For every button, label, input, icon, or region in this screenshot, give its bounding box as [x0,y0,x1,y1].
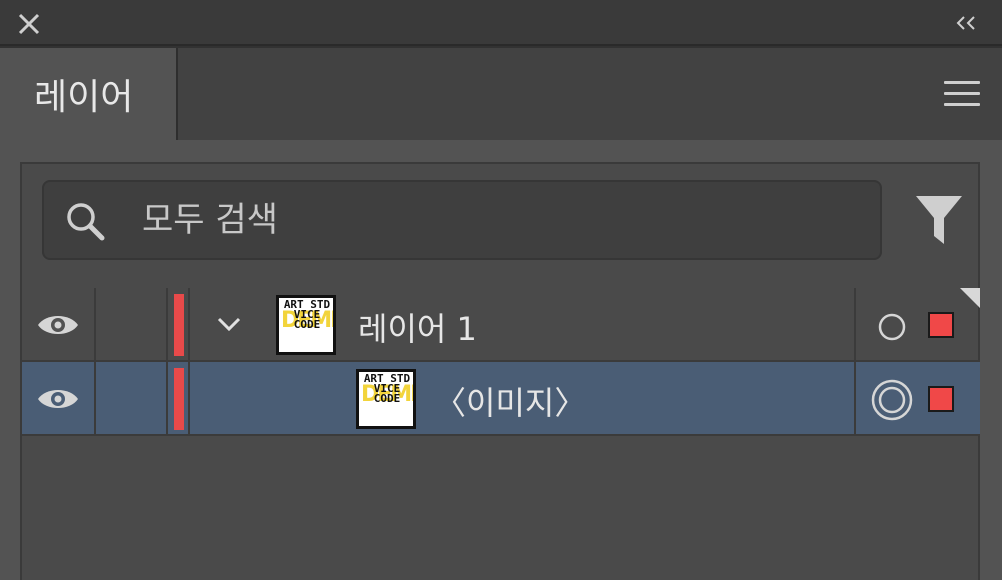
layers-list: DEMP ART STD VICE CODE 레이어 1 [22,288,980,436]
corner-triangle-icon [960,288,980,308]
close-icon[interactable] [16,11,42,37]
hamburger-icon-line [944,81,980,84]
selection-indicator[interactable] [928,312,954,338]
eye-icon [38,390,78,408]
search-icon [67,203,105,241]
thumbnail-text: ART STD VICE CODE [363,372,411,405]
lock-toggle[interactable] [96,288,168,362]
tab-bar: 레이어 [0,48,1002,140]
layer-color-bar [174,294,184,356]
layer-name: 레이어 1 [358,310,477,348]
target-circle-icon[interactable] [877,312,907,342]
layer-thumbnail: DEMP ART STD VICE CODE [276,295,336,355]
chevron-down-icon[interactable] [216,314,242,334]
target-double-circle-icon[interactable] [870,378,914,422]
divider [854,288,856,362]
collapse-panel-icon[interactable] [954,13,980,33]
hamburger-icon-line [944,103,980,106]
layer-color-bar [174,368,184,430]
layer-row-selected[interactable]: DEMP ART STD VICE CODE 〈이미지〉 [22,362,980,436]
layer-name: 〈이미지〉 [434,384,587,422]
panel-menu-button[interactable] [944,81,980,109]
panel-titlebar [0,0,1002,46]
hamburger-icon-line [944,92,980,95]
visibility-toggle[interactable] [22,288,96,362]
layer-row[interactable]: DEMP ART STD VICE CODE 레이어 1 [22,288,980,362]
visibility-toggle[interactable] [22,362,96,436]
divider [854,362,856,436]
search-box[interactable] [42,180,882,260]
layer-thumbnail: DEMP ART STD VICE CODE [356,369,416,429]
tab-layers[interactable]: 레이어 [0,48,178,140]
thumbnail-text: ART STD VICE CODE [283,298,331,331]
eye-icon [38,316,78,334]
search-input[interactable] [142,196,842,244]
divider [188,288,190,362]
lock-toggle[interactable] [96,362,168,436]
tab-layers-label: 레이어 [34,77,134,118]
layers-panel-body: DEMP ART STD VICE CODE 레이어 1 [20,162,980,580]
selection-indicator[interactable] [928,386,954,412]
divider [188,362,190,436]
layers-panel: DEMP ART STD VICE CODE 레이어 1 [0,140,1002,580]
filter-icon[interactable] [914,192,964,248]
